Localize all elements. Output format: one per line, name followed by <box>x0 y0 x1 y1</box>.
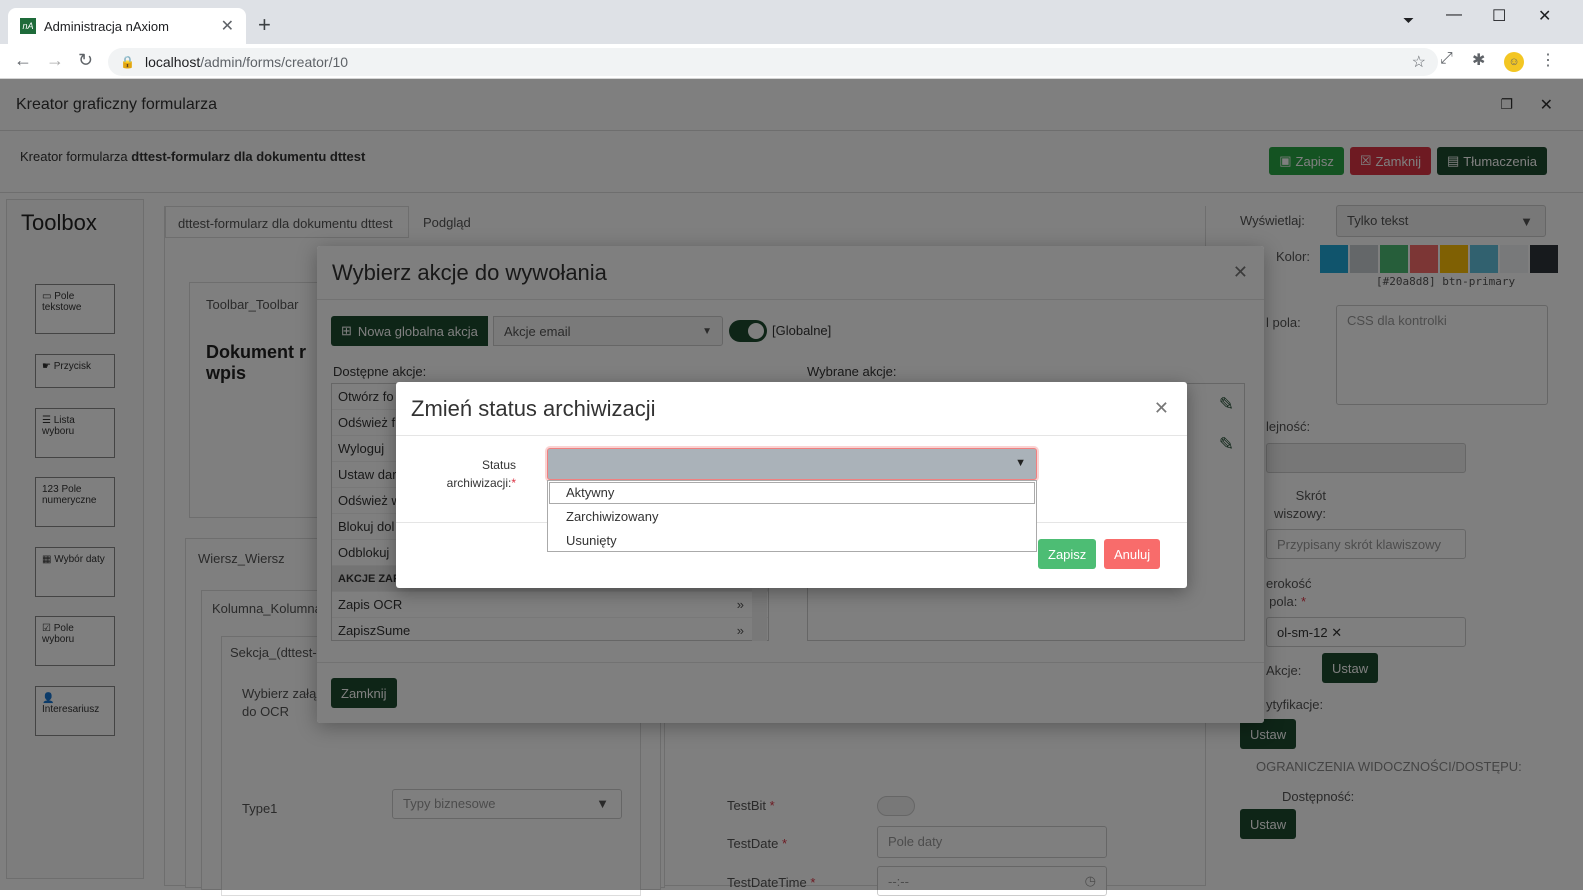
browser-menu-icon[interactable]: ⋮ <box>1540 50 1556 70</box>
window-close-icon[interactable]: ✕ <box>1538 6 1551 26</box>
new-tab-icon[interactable]: + <box>258 12 271 38</box>
save-status-button[interactable]: Zapisz <box>1038 539 1097 569</box>
url-host: localhost <box>144 54 201 70</box>
tab-search-icon[interactable]: ⏷ <box>1403 12 1414 29</box>
address-bar[interactable]: 🔒 localhost/admin/forms/creator/10 ☆ <box>108 48 1438 76</box>
cancel-status-button[interactable]: Anuluj <box>1104 539 1161 569</box>
status-option-archived[interactable]: Zarchiwizowany <box>548 505 1036 529</box>
browser-chrome: nA Administracja nAxiom ✕ + ⏷ — ☐ ✕ ← → … <box>0 0 1583 79</box>
minimize-icon[interactable]: — <box>1446 6 1462 24</box>
favicon-icon: nA <box>20 18 36 34</box>
close-tab-icon[interactable]: ✕ <box>221 16 234 36</box>
maximize-icon[interactable]: ☐ <box>1492 6 1506 26</box>
archive-status-modal-title: Zmień status archiwizacji <box>411 396 656 421</box>
bookmark-star-icon[interactable]: ☆ <box>1412 52 1426 72</box>
url-path: /admin/forms/creator/10 <box>200 54 349 70</box>
close-icon[interactable]: ✕ <box>1154 398 1169 419</box>
archive-status-select[interactable]: ▼ <box>547 448 1037 480</box>
archive-status-dropdown: Aktywny Zarchiwizowany Usunięty <box>547 480 1037 552</box>
profile-avatar[interactable]: ☺ <box>1504 52 1524 72</box>
caret-down-icon: ▼ <box>1015 457 1026 469</box>
tab-title: Administracja nAxiom <box>44 18 169 34</box>
lock-icon: 🔒 <box>120 55 135 69</box>
status-option-active[interactable]: Aktywny <box>548 481 1036 505</box>
reload-icon[interactable]: ↻ <box>78 50 93 71</box>
archive-status-modal: Zmień status archiwizacji ✕ Status archiw… <box>396 382 1187 588</box>
extensions-icon[interactable]: ✱ <box>1472 50 1485 70</box>
archive-status-modal-header: Zmień status archiwizacji ✕ <box>396 382 1187 436</box>
browser-toolbar: ← → ↻ 🔒 localhost/admin/forms/creator/10… <box>0 44 1583 79</box>
browser-tab[interactable]: nA Administracja nAxiom ✕ <box>8 8 246 44</box>
status-option-deleted[interactable]: Usunięty <box>548 529 1036 553</box>
fullscreen-icon[interactable]: ⤢ <box>1440 50 1453 68</box>
archive-status-label: Status archiwizacji:* <box>446 458 516 490</box>
back-icon[interactable]: ← <box>14 50 32 71</box>
forward-icon[interactable]: → <box>46 50 64 71</box>
required-mark: * <box>511 476 516 490</box>
tab-strip: nA Administracja nAxiom ✕ + ⏷ — ☐ ✕ <box>0 0 1583 44</box>
